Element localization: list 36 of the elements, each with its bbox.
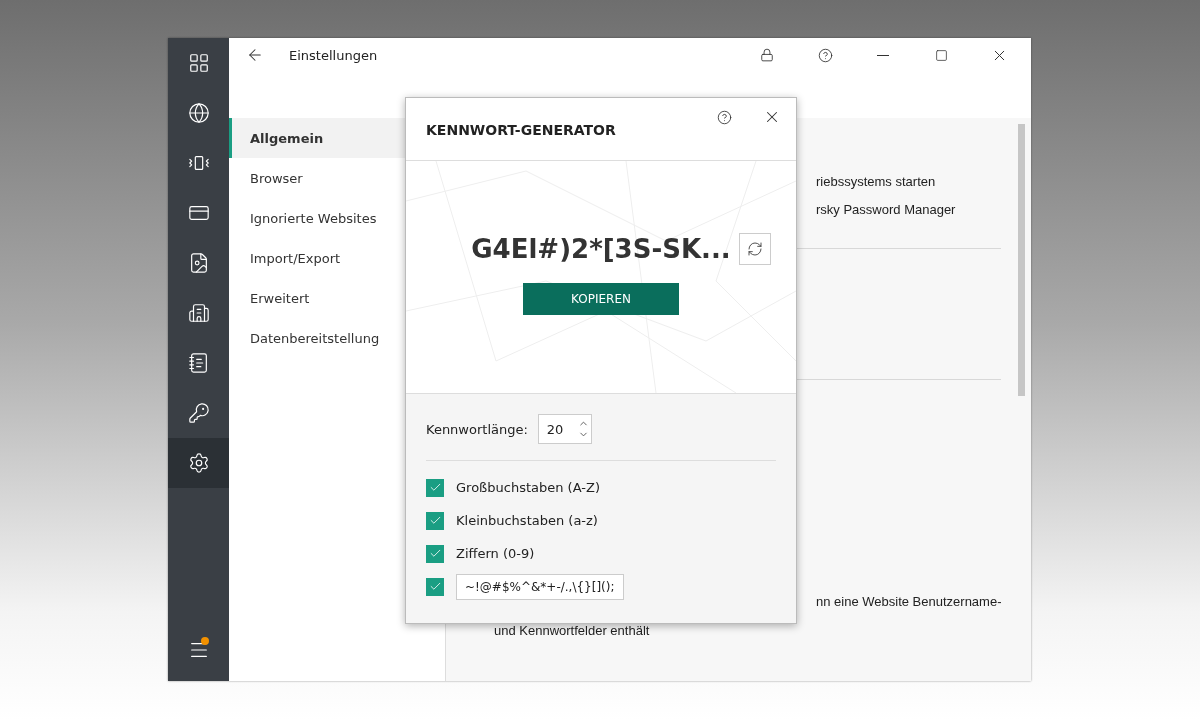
minimize-icon <box>877 54 890 56</box>
symbols-field[interactable]: ~!@#$%^&*+-/.,\{}[]();: <box>456 573 624 600</box>
refresh-button[interactable] <box>738 233 771 265</box>
length-label: Kennwortlänge: <box>426 421 528 437</box>
key-icon <box>187 402 210 424</box>
maximize-icon <box>935 48 948 62</box>
checkbox[interactable] <box>426 544 444 563</box>
option-label: Kleinbuchstaben (a-z) <box>456 513 598 528</box>
window-title: Einstellungen <box>289 47 379 63</box>
setting-text: rsky Password Manager <box>815 202 957 217</box>
setting-text: riebssystems starten <box>815 174 937 189</box>
help-icon <box>818 47 833 63</box>
check-icon <box>428 547 442 560</box>
scrollbar[interactable] <box>1018 124 1026 396</box>
sidebar-item[interactable] <box>168 438 229 488</box>
refresh-icon <box>746 241 763 257</box>
lock-icon <box>760 48 775 62</box>
help-icon <box>716 109 732 125</box>
check-icon <box>428 481 442 494</box>
setting-text: nn eine Website Benutzername- <box>815 594 1002 609</box>
globe-icon <box>187 102 210 124</box>
checkbox[interactable] <box>426 577 444 596</box>
option-label: Ziffern (0-9) <box>456 546 535 561</box>
option-label: Großbuchstaben (A-Z) <box>456 480 600 495</box>
generated-password: G4El#)2*[3S-SK... <box>471 234 731 264</box>
copy-button[interactable]: KOPIEREN <box>523 283 679 315</box>
check-icon <box>428 580 442 593</box>
check-icon <box>428 514 442 527</box>
checkbox[interactable] <box>426 511 444 530</box>
settings-icon <box>187 452 210 474</box>
building-icon <box>187 302 210 324</box>
checkbox[interactable] <box>426 478 444 497</box>
notepad-icon <box>187 352 210 374</box>
dashboard-icon <box>187 52 210 74</box>
setting-text: und Kennwortfelder enthält <box>493 623 651 638</box>
length-spinner[interactable]: 20 <box>537 414 592 444</box>
